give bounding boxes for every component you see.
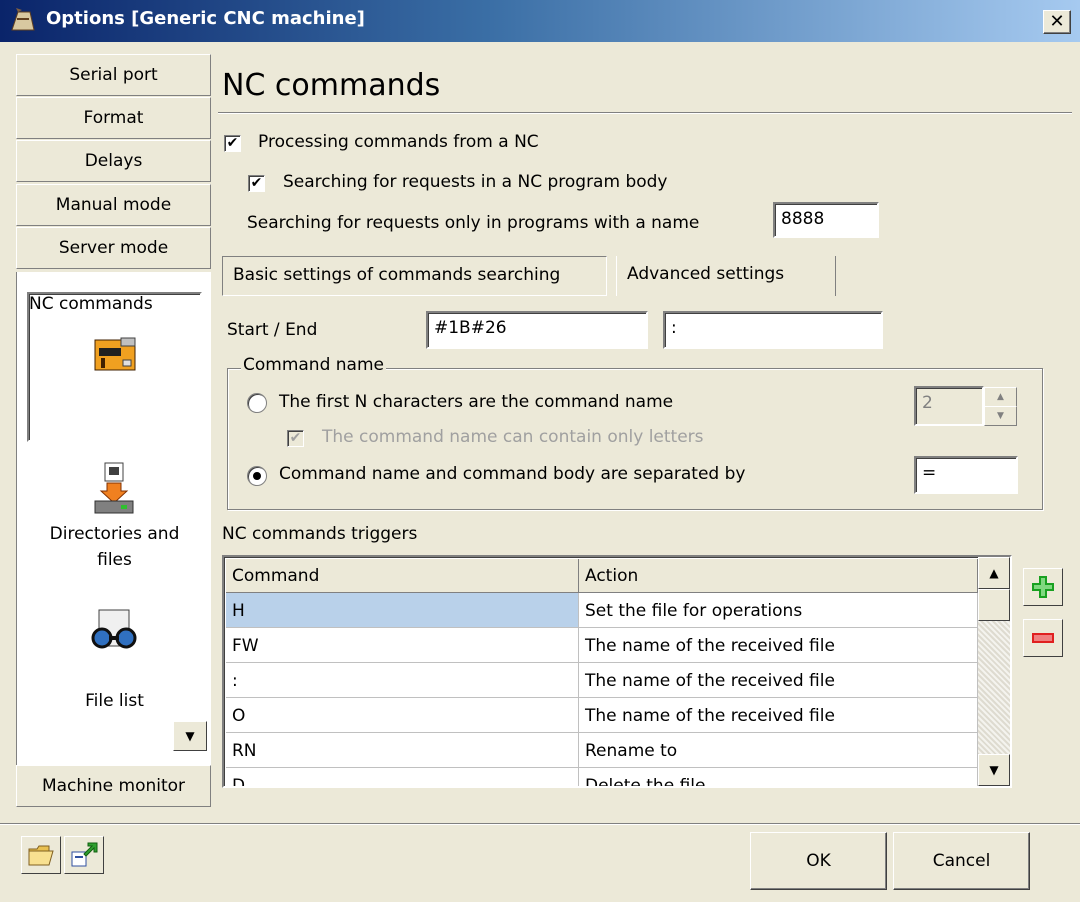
nav-manual-mode[interactable]: Manual mode xyxy=(16,184,211,226)
nc-commands-icon xyxy=(94,337,136,371)
plus-icon xyxy=(1032,576,1054,598)
nav-delays[interactable]: Delays xyxy=(16,140,211,182)
tab-advanced-settings[interactable]: Advanced settings xyxy=(616,256,836,296)
window-title: Options [Generic CNC machine] xyxy=(46,8,365,29)
minus-icon xyxy=(1032,633,1054,643)
nav-format[interactable]: Format xyxy=(16,97,211,139)
start-input[interactable]: #1B#26 xyxy=(426,311,648,349)
separated-radio[interactable] xyxy=(247,466,267,486)
cell-command[interactable]: RN xyxy=(226,733,579,768)
add-trigger-button[interactable] xyxy=(1023,568,1063,606)
cell-command[interactable]: D xyxy=(226,768,579,786)
separator-input[interactable]: = xyxy=(914,456,1018,494)
divider xyxy=(0,823,1080,825)
scroll-up-button[interactable]: ▲ xyxy=(978,557,1010,589)
close-button[interactable]: ✕ xyxy=(1043,10,1071,34)
cell-command[interactable]: O xyxy=(226,698,579,733)
spin-up-button[interactable]: ▲ xyxy=(984,387,1017,407)
processing-checkbox[interactable]: ✔ xyxy=(224,135,241,152)
export-icon xyxy=(71,842,98,867)
nav-icon-panel: NC commands Directories and files File l… xyxy=(16,272,211,765)
nav-item-label-line2: files xyxy=(97,550,132,570)
end-input[interactable]: : xyxy=(663,311,883,349)
nav-item-label: File list xyxy=(85,691,144,711)
spin-down-button[interactable]: ▼ xyxy=(984,406,1017,426)
cell-action[interactable]: The name of the received file xyxy=(579,698,978,733)
table-scrollbar[interactable]: ▲ ▼ xyxy=(978,557,1010,786)
arrow-down-icon: ▼ xyxy=(997,411,1004,421)
remove-trigger-button[interactable] xyxy=(1023,619,1063,657)
cancel-button[interactable]: Cancel xyxy=(893,832,1030,890)
triggers-table: Command Action H Set the file for operat… xyxy=(222,555,1012,788)
command-name-legend: Command name xyxy=(241,355,386,375)
start-end-label: Start / End xyxy=(227,320,318,340)
nav-scroll-down-button[interactable]: ▼ xyxy=(173,721,207,751)
nav-item-label: NC commands xyxy=(29,294,153,314)
separated-label: Command name and command body are separa… xyxy=(279,464,746,484)
nav-item-directories[interactable]: Directories and files xyxy=(27,457,202,587)
cell-action[interactable]: Rename to xyxy=(579,733,978,768)
nav-server-mode[interactable]: Server mode xyxy=(16,227,211,269)
arrow-down-icon: ▼ xyxy=(989,763,999,777)
first-n-input[interactable]: 2 xyxy=(914,386,984,426)
chevron-down-icon: ▼ xyxy=(185,729,195,743)
nav-item-file-list[interactable]: File list xyxy=(27,600,202,730)
app-icon xyxy=(11,8,35,31)
nav-item-nc-commands[interactable]: NC commands xyxy=(27,292,202,442)
scroll-down-button[interactable]: ▼ xyxy=(978,754,1010,786)
nav-serial-port[interactable]: Serial port xyxy=(16,54,211,96)
arrow-up-icon: ▲ xyxy=(989,566,999,580)
open-folder-button[interactable] xyxy=(21,836,61,874)
cell-action[interactable]: Set the file for operations xyxy=(579,593,978,628)
column-header-action[interactable]: Action xyxy=(579,559,978,593)
letters-only-checkbox[interactable]: ✔ xyxy=(287,430,304,447)
first-n-radio[interactable] xyxy=(247,393,267,413)
page-title: NC commands xyxy=(222,68,441,103)
scroll-thumb[interactable] xyxy=(978,589,1010,621)
directories-icon xyxy=(94,462,134,514)
folder-open-icon xyxy=(28,845,54,866)
first-n-label: The first N characters are the command n… xyxy=(279,392,674,412)
export-button[interactable] xyxy=(64,836,104,874)
arrow-up-icon: ▲ xyxy=(997,392,1004,402)
letters-only-label: The command name can contain only letter… xyxy=(322,427,704,447)
cell-action[interactable]: Delete the file xyxy=(579,768,978,786)
divider xyxy=(218,112,1072,114)
nav-machine-monitor[interactable]: Machine monitor xyxy=(16,765,211,807)
name-filter-label: Searching for requests only in programs … xyxy=(247,213,700,233)
cell-command[interactable]: H xyxy=(226,593,579,628)
cell-action[interactable]: The name of the received file xyxy=(579,628,978,663)
ok-button[interactable]: OK xyxy=(750,832,887,890)
processing-label: Processing commands from a NC xyxy=(258,132,539,152)
searching-body-checkbox[interactable]: ✔ xyxy=(248,175,265,192)
cell-command[interactable]: FW xyxy=(226,628,579,663)
tab-basic-settings[interactable]: Basic settings of commands searching xyxy=(222,256,607,296)
name-filter-input[interactable]: 8888 xyxy=(773,202,879,238)
triggers-label: NC commands triggers xyxy=(222,524,418,544)
cell-command[interactable]: : xyxy=(226,663,579,698)
column-header-command[interactable]: Command xyxy=(226,559,579,593)
cell-action[interactable]: The name of the received file xyxy=(579,663,978,698)
file-list-icon xyxy=(91,609,137,649)
searching-body-label: Searching for requests in a NC program b… xyxy=(283,172,668,192)
